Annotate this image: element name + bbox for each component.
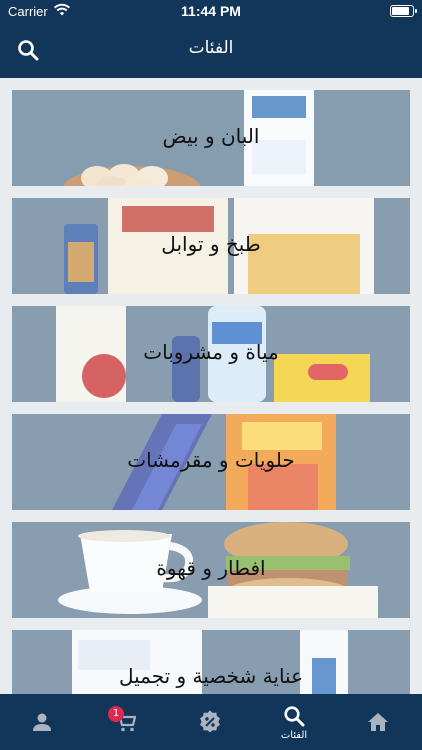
top-bar: Carrier 11:44 PM الفئات [0,0,422,78]
category-card-breakfast[interactable]: افطار و قهوة [12,522,410,618]
search-icon [284,706,305,727]
category-card-dairy[interactable]: البان و بيض [12,90,410,186]
tab-cart[interactable]: 1 [84,694,168,750]
category-card-sweets[interactable]: حلويات و مقرمشات [12,414,410,510]
tab-offers[interactable] [168,694,252,750]
category-label: افطار و قهوة [156,556,266,580]
clock: 11:44 PM [181,3,241,19]
person-icon [33,713,51,731]
discount-icon [200,710,220,733]
battery-icon [390,5,417,17]
category-label: حلويات و مقرمشات [127,448,295,472]
cart-badge: 1 [108,706,124,722]
page-title: الفئات [188,38,234,58]
category-card-personal-care[interactable]: عناية شخصية و تجميل [12,630,410,694]
status-bar: Carrier 11:44 PM [0,0,422,24]
category-label: البان و بيض [162,124,260,148]
category-list[interactable]: البان و بيض طبخ و توابل مياة و مشروبات ح… [0,78,422,694]
tab-bar: 1 الفئات [0,694,422,750]
tab-categories[interactable]: الفئات [252,694,336,750]
home-icon [368,713,388,731]
category-card-cooking[interactable]: طبخ و توابل [12,198,410,294]
category-label: مياة و مشروبات [143,340,279,364]
tab-home[interactable] [336,694,420,750]
tab-account[interactable] [0,694,84,750]
category-label: طبخ و توابل [161,232,261,256]
category-label: عناية شخصية و تجميل [118,664,304,688]
tab-label: الفئات [280,730,308,741]
category-card-drinks[interactable]: مياة و مشروبات [12,306,410,402]
